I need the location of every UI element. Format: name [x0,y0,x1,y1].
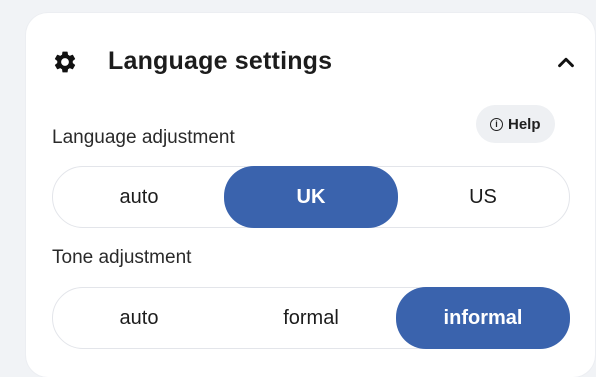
tone-adjustment-label: Tone adjustment [52,247,192,268]
language-adjustment-selector: auto UK US [52,166,570,228]
info-icon: i [490,117,503,131]
language-option-uk[interactable]: UK [224,166,398,228]
gear-icon [54,51,76,73]
help-button[interactable]: i Help [476,105,555,143]
tone-option-informal[interactable]: informal [396,287,570,349]
tone-adjustment-selector: auto formal informal [52,287,570,349]
panel-title: Language settings [108,47,333,75]
language-option-auto[interactable]: auto [52,166,226,228]
tone-option-formal[interactable]: formal [224,287,398,349]
help-label: Help [508,115,541,133]
language-option-us[interactable]: US [396,166,570,228]
language-adjustment-label: Language adjustment [52,127,235,148]
chevron-up-icon[interactable] [555,51,577,73]
panel-header[interactable]: Language settings [52,45,574,81]
tone-option-auto[interactable]: auto [52,287,226,349]
language-settings-panel: Language settings i Help Language adjust… [26,13,595,377]
